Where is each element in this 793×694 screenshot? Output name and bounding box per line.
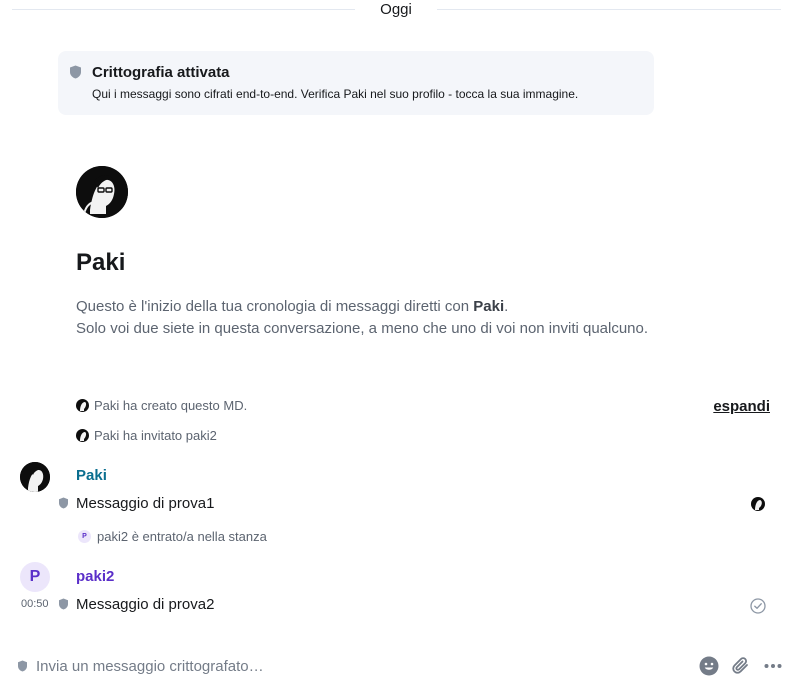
message-body: Messaggio di prova2 — [76, 596, 215, 613]
check-circle-icon — [750, 598, 766, 614]
event-room-created: Paki ha creato questo MD. — [76, 398, 247, 413]
room-intro-description: Questo è l'inizio della tua cronologia d… — [76, 296, 648, 340]
separator-line-right — [437, 9, 781, 10]
encryption-notice: Crittografia attivata Qui i messaggi son… — [58, 51, 654, 115]
intro-line1-name: Paki — [473, 298, 505, 315]
date-separator: Oggi — [380, 1, 412, 18]
message-timestamp: 00:50 — [21, 598, 49, 610]
paperclip-icon — [732, 657, 748, 674]
separator-line-left — [12, 9, 355, 10]
event-text: paki2 è entrato/a nella stanza — [97, 529, 267, 544]
message-sender[interactable]: paki2 — [76, 568, 114, 585]
event-member-invited: Paki ha invitato paki2 — [76, 428, 217, 443]
event-member-joined: P paki2 è entrato/a nella stanza — [78, 529, 267, 544]
read-receipt-avatar[interactable] — [751, 497, 765, 511]
emoji-icon — [699, 656, 719, 676]
avatar — [76, 429, 89, 442]
sender-avatar[interactable] — [20, 462, 50, 492]
more-options-icon — [764, 664, 782, 668]
intro-line1-suffix: . — [504, 298, 509, 315]
encryption-title: Crittografia attivata — [92, 64, 230, 81]
attachment-button[interactable] — [730, 655, 752, 677]
avatar-image-icon — [76, 166, 128, 218]
avatar-image-icon — [20, 462, 50, 492]
event-text: Paki ha creato questo MD. — [94, 398, 248, 413]
message-composer-input[interactable] — [36, 656, 676, 676]
more-options-button[interactable] — [762, 655, 784, 677]
message-body: Messaggio di prova1 — [76, 495, 215, 512]
sender-avatar[interactable]: P — [20, 562, 50, 592]
avatar: P — [78, 530, 91, 543]
shield-icon — [59, 598, 68, 610]
shield-icon — [59, 497, 68, 509]
room-avatar[interactable] — [76, 166, 128, 218]
intro-line1-prefix: Questo è l'inizio della tua cronologia d… — [76, 298, 474, 315]
shield-icon — [18, 660, 27, 672]
room-intro-name: Paki — [76, 249, 126, 276]
expand-events-link[interactable]: espandi — [713, 398, 770, 415]
encryption-description: Qui i messaggi sono cifrati end-to-end. … — [92, 87, 579, 101]
intro-line2: Solo voi due siete in questa conversazio… — [76, 320, 649, 337]
message-sender[interactable]: Paki — [76, 467, 107, 484]
avatar — [76, 399, 89, 412]
emoji-button[interactable] — [698, 655, 720, 677]
shield-icon — [70, 65, 81, 79]
event-text: Paki ha invitato paki2 — [94, 428, 217, 443]
